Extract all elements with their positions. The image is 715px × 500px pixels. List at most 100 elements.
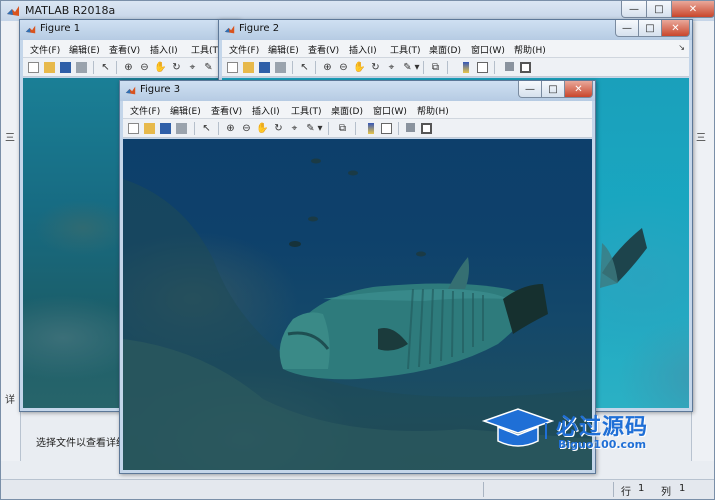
- menu-tools[interactable]: 工具(T): [191, 43, 222, 56]
- pointer-icon[interactable]: ↖: [297, 60, 312, 75]
- colorbar-icon[interactable]: [363, 121, 378, 136]
- menu-insert[interactable]: 插入(I): [349, 43, 377, 56]
- zoom-out-icon[interactable]: ⊖: [137, 60, 152, 75]
- menu-edit[interactable]: 编辑(E): [170, 104, 201, 117]
- rotate-3d-icon[interactable]: ↻: [169, 60, 184, 75]
- menu-help[interactable]: 帮助(H): [514, 43, 546, 56]
- print-icon[interactable]: [174, 121, 189, 136]
- colorbar-icon[interactable]: [458, 60, 473, 75]
- figure-3-maximize-button[interactable]: □: [542, 81, 565, 98]
- figure-2-menubar: 文件(F) 编辑(E) 查看(V) 插入(I) 工具(T) 桌面(D) 窗口(W…: [222, 40, 689, 58]
- new-file-icon[interactable]: [26, 60, 41, 75]
- print-icon[interactable]: [273, 60, 288, 75]
- pointer-icon[interactable]: ↖: [98, 60, 113, 75]
- brush-icon[interactable]: ✎: [201, 60, 216, 75]
- pan-hand-icon[interactable]: ✋: [352, 60, 367, 75]
- menu-help[interactable]: 帮助(H): [417, 104, 449, 117]
- pan-hand-icon[interactable]: ✋: [255, 121, 270, 136]
- matlab-logo-icon: [25, 25, 36, 34]
- menu-view[interactable]: 查看(V): [211, 104, 242, 117]
- column-value: 1: [679, 483, 686, 494]
- figure-3-titlebar[interactable]: Figure 3 — □ ✕: [120, 81, 595, 101]
- status-separator: [483, 482, 484, 497]
- dock-figure-icon[interactable]: ↘: [678, 43, 685, 52]
- data-cursor-icon[interactable]: ⌖: [384, 60, 399, 75]
- figure-3-menubar: 文件(F) 编辑(E) 查看(V) 插入(I) 工具(T) 桌面(D) 窗口(W…: [123, 101, 592, 119]
- menu-view[interactable]: 查看(V): [109, 43, 140, 56]
- zoom-out-icon[interactable]: ⊖: [239, 121, 254, 136]
- figure-2-maximize-button[interactable]: □: [639, 20, 662, 37]
- toolbar-separator: [447, 61, 448, 74]
- figure-2-title: Figure 2: [239, 23, 280, 34]
- figure-3-title: Figure 3: [140, 84, 181, 95]
- zoom-in-icon[interactable]: ⊕: [320, 60, 335, 75]
- toolbar-separator: [328, 122, 329, 135]
- brush-dropdown-icon[interactable]: ▾: [316, 121, 324, 136]
- figure-2-close-button[interactable]: ✕: [662, 20, 690, 37]
- zoom-in-icon[interactable]: ⊕: [121, 60, 136, 75]
- figure-3-close-button[interactable]: ✕: [565, 81, 593, 98]
- legend-icon[interactable]: [379, 121, 394, 136]
- data-cursor-icon[interactable]: ⌖: [185, 60, 200, 75]
- graduation-cap-logo-icon: [481, 408, 554, 447]
- menu-tools[interactable]: 工具(T): [291, 104, 322, 117]
- open-folder-icon[interactable]: [42, 60, 57, 75]
- pointer-icon[interactable]: ↖: [199, 121, 214, 136]
- rotate-3d-icon[interactable]: ↻: [368, 60, 383, 75]
- side-panel-label: 详: [5, 395, 15, 406]
- brush-dropdown-icon[interactable]: ▾: [413, 60, 421, 75]
- menu-file[interactable]: 文件(F): [130, 104, 160, 117]
- toolbar-separator: [423, 61, 424, 74]
- menu-insert[interactable]: 插入(I): [150, 43, 178, 56]
- hide-plot-tools-icon[interactable]: [403, 121, 418, 136]
- figure-2-minimize-button[interactable]: —: [615, 20, 639, 37]
- main-maximize-button[interactable]: □: [647, 1, 672, 18]
- matlab-logo-icon: [125, 86, 136, 95]
- watermark-site: Biguo100.com: [558, 438, 647, 451]
- toolbar-separator: [116, 61, 117, 74]
- toolbar-separator: [355, 122, 356, 135]
- figure-2-titlebar[interactable]: Figure 2 — □ ✕: [219, 20, 692, 40]
- main-left-panel: 三 详: [1, 21, 21, 461]
- new-file-icon[interactable]: [126, 121, 141, 136]
- show-plot-tools-icon[interactable]: [419, 121, 434, 136]
- show-plot-tools-icon[interactable]: [518, 60, 533, 75]
- menu-insert[interactable]: 插入(I): [252, 104, 280, 117]
- open-folder-icon[interactable]: [241, 60, 256, 75]
- open-folder-icon[interactable]: [142, 121, 157, 136]
- column-label: 列: [661, 487, 671, 498]
- menu-window[interactable]: 窗口(W): [373, 104, 407, 117]
- menu-edit[interactable]: 编辑(E): [69, 43, 100, 56]
- save-icon[interactable]: [257, 60, 272, 75]
- print-icon[interactable]: [74, 60, 89, 75]
- menu-edit[interactable]: 编辑(E): [268, 43, 299, 56]
- menu-tools[interactable]: 工具(T): [390, 43, 421, 56]
- data-cursor-icon[interactable]: ⌖: [287, 121, 302, 136]
- pan-hand-icon[interactable]: ✋: [153, 60, 168, 75]
- link-plot-icon[interactable]: ⧉: [335, 121, 350, 136]
- menu-desktop[interactable]: 桌面(D): [331, 104, 363, 117]
- figure-3-minimize-button[interactable]: —: [518, 81, 542, 98]
- menu-window[interactable]: 窗口(W): [471, 43, 505, 56]
- save-icon[interactable]: [158, 121, 173, 136]
- menu-file[interactable]: 文件(F): [30, 43, 60, 56]
- new-file-icon[interactable]: [225, 60, 240, 75]
- legend-icon[interactable]: [475, 60, 490, 75]
- zoom-out-icon[interactable]: ⊖: [336, 60, 351, 75]
- save-icon[interactable]: [58, 60, 73, 75]
- zoom-in-icon[interactable]: ⊕: [223, 121, 238, 136]
- rotate-3d-icon[interactable]: ↻: [271, 121, 286, 136]
- main-minimize-button[interactable]: —: [621, 1, 647, 18]
- figure-1-titlebar[interactable]: Figure 1: [20, 20, 239, 40]
- main-close-button[interactable]: ✕: [672, 1, 715, 18]
- toolbar-separator: [494, 61, 495, 74]
- menu-file[interactable]: 文件(F): [229, 43, 259, 56]
- menu-desktop[interactable]: 桌面(D): [429, 43, 461, 56]
- figure-2-toolbar: ↖ ⊕ ⊖ ✋ ↻ ⌖ ✎ ▾ ⧉: [222, 58, 689, 77]
- main-titlebar[interactable]: MATLAB R2018a — □ ✕: [1, 1, 715, 21]
- menu-view[interactable]: 查看(V): [308, 43, 339, 56]
- link-plot-icon[interactable]: ⧉: [428, 60, 443, 75]
- row-value: 1: [638, 483, 645, 494]
- toolbar-separator: [292, 61, 293, 74]
- hide-plot-tools-icon[interactable]: [502, 60, 517, 75]
